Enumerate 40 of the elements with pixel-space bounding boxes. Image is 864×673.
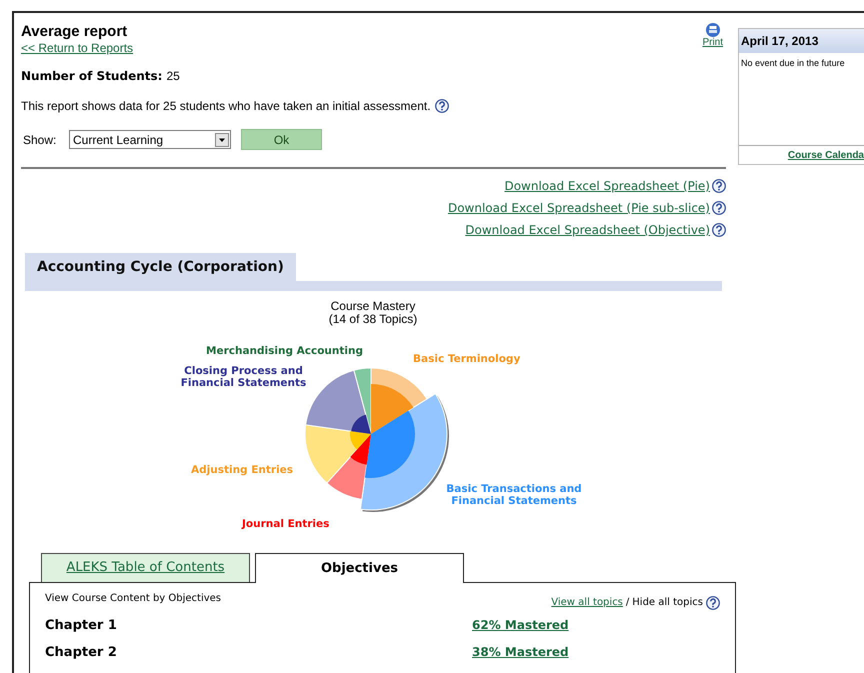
chapter-name: Chapter 2	[45, 644, 118, 662]
tab[interactable]: ALEKS Table of Contents	[41, 553, 250, 582]
tab[interactable]: Objectives	[255, 553, 464, 583]
help-icon[interactable]	[434, 99, 449, 113]
slice-label: Closing Process and Financial Statements	[180, 365, 308, 389]
calendar-message: No event due in the future	[740, 57, 846, 70]
help-icon[interactable]	[706, 596, 720, 610]
help-icon[interactable]	[712, 201, 726, 215]
slice-label: Basic Transactions and Financial Statements	[445, 483, 583, 507]
download-link[interactable]: Download Excel Spreadsheet (Pie)	[504, 177, 710, 195]
print-link[interactable]: Print	[702, 37, 723, 49]
hide-all-link[interactable]: Hide all topics	[632, 595, 703, 610]
calendar-date: April 17, 2013	[739, 29, 864, 53]
slice-label: Basic Terminology	[413, 353, 520, 365]
slice-label: Merchandising Accounting	[206, 345, 363, 357]
return-link[interactable]: << Return to Reports	[21, 41, 134, 55]
course-calendar-link[interactable]: Course Calenda	[788, 148, 864, 163]
ok-button[interactable]: Ok	[241, 129, 322, 150]
page-title: Average report	[21, 23, 128, 41]
printer-icon[interactable]	[706, 23, 720, 37]
chart-subtitle: (14 of 38 Topics)	[328, 313, 418, 326]
slice-label: Journal Entries	[242, 518, 330, 530]
mastery-link[interactable]: 62% Mastered	[472, 616, 569, 636]
help-icon[interactable]	[712, 223, 726, 237]
show-dropdown[interactable]: Current Learning	[69, 130, 231, 149]
students-label: Number of Students:	[21, 68, 162, 85]
panel-caption: View Course Content by Objectives	[45, 592, 222, 606]
download-link[interactable]: Download Excel Spreadsheet (Pie sub-slice)	[448, 199, 710, 217]
download-link[interactable]: Download Excel Spreadsheet (Objective)	[465, 221, 710, 239]
students-count: 25	[166, 68, 180, 85]
report-description: This report shows data for 25 students who have taken an initial assessment.	[21, 98, 431, 115]
chart-title: Course Mastery	[330, 300, 416, 313]
mastery-link[interactable]: 38% Mastered	[472, 642, 569, 662]
slice-label: Adjusting Entries	[191, 464, 294, 476]
help-icon[interactable]	[712, 179, 726, 193]
separator-text: /	[626, 596, 630, 610]
chapter-name: Chapter 1	[45, 617, 118, 635]
view-all-link[interactable]: View all topics	[551, 595, 623, 610]
section-title: Accounting Cycle (Corporation)	[25, 253, 298, 281]
show-label: Show:	[23, 132, 58, 148]
